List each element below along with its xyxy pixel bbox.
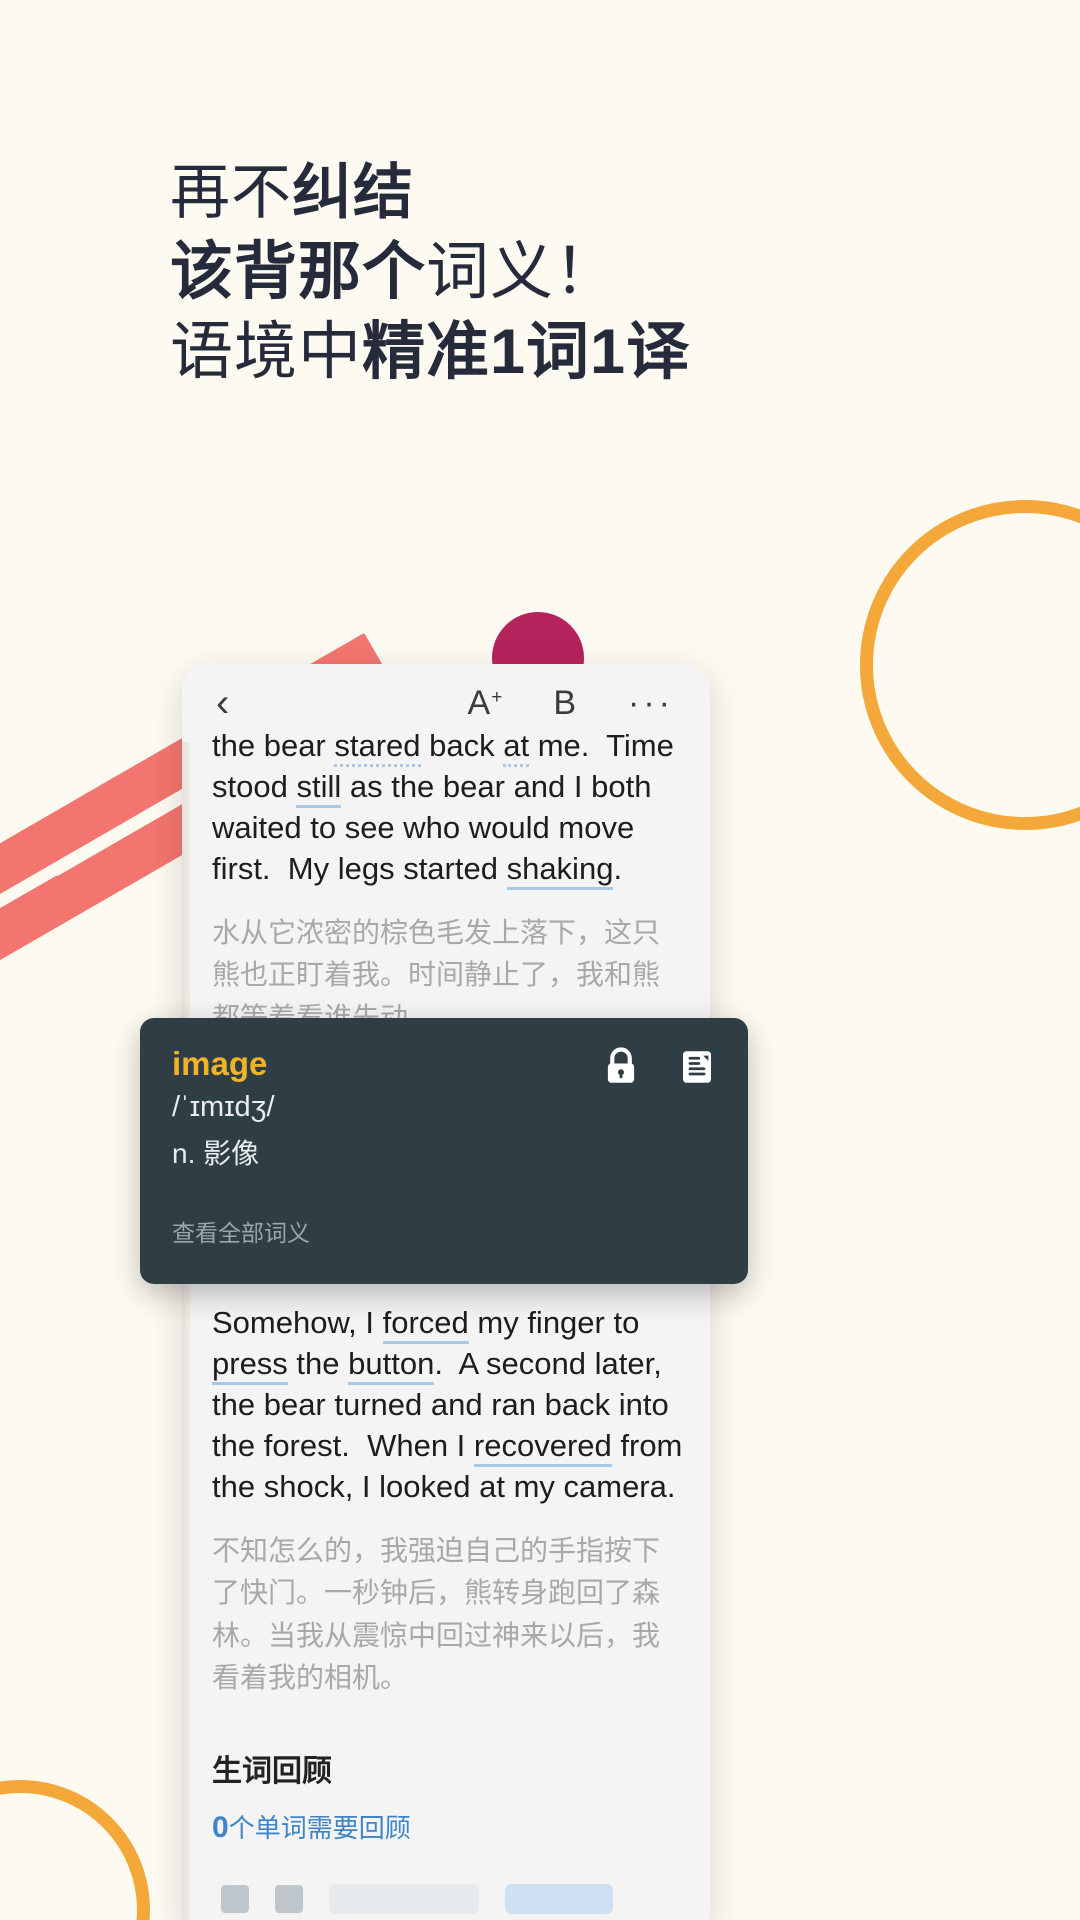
headline-line-1: 再不纠结 xyxy=(170,155,970,232)
flashcard-icon[interactable] xyxy=(676,1046,718,1088)
promo-screen: 再不纠结 该背那个词义！ 语境中精准1词1译 ‹ A+ B ··· the be… xyxy=(0,0,1080,1920)
headline-line-1-thin: 再不 xyxy=(170,159,292,226)
font-size-plus-icon: + xyxy=(491,687,503,708)
vocab-review-suffix: 个单词需要回顾 xyxy=(228,1812,411,1843)
headline-line-2-thin: 词义！ xyxy=(426,236,618,307)
headline-line-3-bold: 精准1词1译 xyxy=(362,317,691,388)
vocab-review-section: 生词回顾 0个单词需要回顾 xyxy=(182,1718,710,1845)
bottom-icon-2[interactable] xyxy=(275,1885,303,1913)
paragraph-english-2[interactable]: Somehow, I forced my finger to press the… xyxy=(212,1303,684,1508)
word-forced[interactable]: forced xyxy=(382,1305,469,1345)
dictionary-popup[interactable]: image /ˈɪmɪdʒ/ n. 影像 查看全部词义 xyxy=(140,1018,748,1284)
bottom-toolbar xyxy=(191,1878,710,1920)
word-press[interactable]: press xyxy=(212,1346,288,1386)
orange-ring-decoration xyxy=(0,1780,150,1920)
headline-line-1-bold: 纠结 xyxy=(292,159,414,226)
paragraph-chinese-2: 不知怎么的，我强迫自己的手指按下了快门。一秒钟后，熊转身跑回了森林。当我从震惊中… xyxy=(212,1534,661,1694)
red-stripe-decoration xyxy=(0,874,80,1074)
headline-line-3: 语境中精准1词1译 xyxy=(170,312,970,393)
font-size-button[interactable]: A+ xyxy=(467,684,503,722)
dictionary-phonetic: /ˈɪmɪdʒ/ xyxy=(172,1091,275,1124)
dictionary-see-all-link[interactable]: 查看全部词义 xyxy=(172,1214,310,1248)
word-stared[interactable]: stared xyxy=(334,728,421,767)
vocab-review-title: 生词回顾 xyxy=(212,1754,332,1788)
back-icon[interactable]: ‹ xyxy=(216,683,229,723)
dictionary-definition: n. 影像 xyxy=(172,1138,260,1170)
dictionary-actions xyxy=(600,1046,718,1088)
word-shaking[interactable]: shaking xyxy=(506,850,614,890)
lock-icon[interactable] xyxy=(600,1046,642,1088)
bold-button[interactable]: B xyxy=(553,686,576,720)
word-button[interactable]: button xyxy=(348,1346,435,1386)
bottom-chip-2[interactable] xyxy=(505,1884,613,1914)
phone-mockup: ‹ A+ B ··· the bear stared back at me. T… xyxy=(182,664,710,1920)
vocab-review-number: 0 xyxy=(212,1810,229,1844)
more-options-icon[interactable]: ··· xyxy=(628,686,674,720)
orange-ring-decoration xyxy=(860,500,1080,830)
word-still[interactable]: still xyxy=(296,768,342,808)
page-title: 再不纠结 该背那个词义！ 语境中精准1词1译 xyxy=(170,155,970,393)
bottom-icon-1[interactable] xyxy=(221,1885,249,1913)
paragraph-english-1[interactable]: the bear stared back at me. Time stood s… xyxy=(212,726,684,890)
font-size-label: A xyxy=(467,684,491,722)
headline-line-3-thin: 语境中 xyxy=(170,317,362,388)
vocab-review-count[interactable]: 0个单词需要回顾 xyxy=(212,1808,680,1845)
bottom-chip-1[interactable] xyxy=(329,1884,479,1914)
word-at[interactable]: at xyxy=(503,728,530,767)
headline-line-2-bold: 该背那个 xyxy=(170,236,426,307)
word-recovered[interactable]: recovered xyxy=(473,1427,612,1467)
headline-line-2: 该背那个词义！ xyxy=(170,232,970,313)
